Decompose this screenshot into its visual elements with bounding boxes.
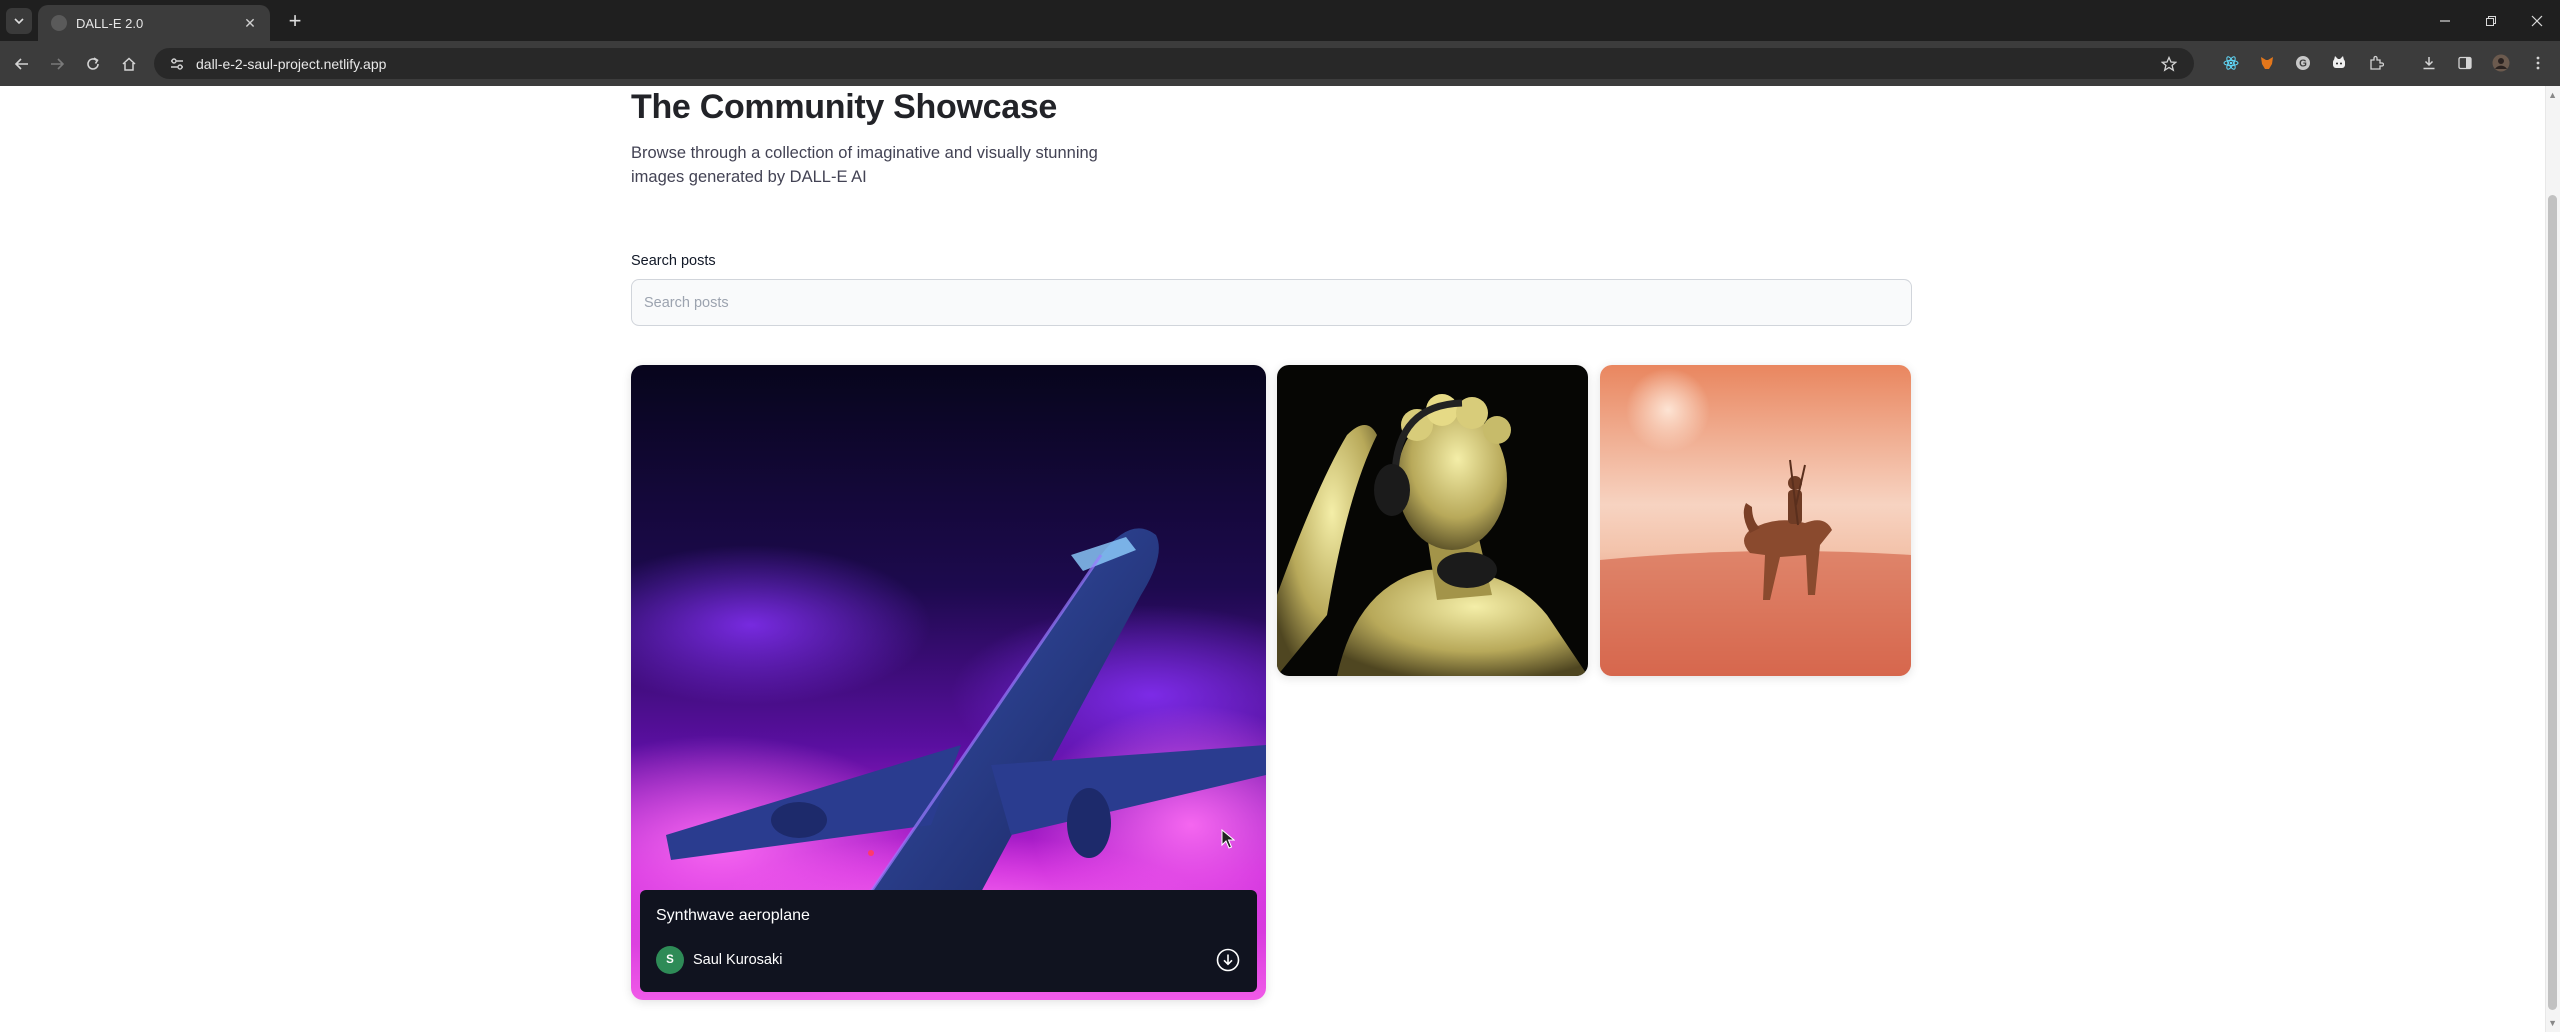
grammarly-icon[interactable]: G	[2292, 52, 2314, 74]
url-text[interactable]: dall-e-2-saul-project.netlify.app	[196, 56, 2154, 72]
chevron-down-icon	[14, 18, 24, 25]
restore-icon	[2486, 15, 2496, 26]
reload-button[interactable]	[81, 52, 105, 76]
scrollbar-thumb[interactable]	[2548, 195, 2557, 1010]
arrow-left-icon	[14, 58, 28, 70]
home-icon	[122, 57, 136, 71]
desert-horse-rider-image	[1600, 365, 1911, 676]
chrome-menu-icon[interactable]	[2527, 52, 2549, 74]
profile-avatar-icon[interactable]	[2490, 52, 2512, 74]
react-devtools-icon[interactable]	[2220, 52, 2242, 74]
forward-button[interactable]	[45, 52, 69, 76]
post-card[interactable]	[1277, 365, 1588, 676]
downloads-icon[interactable]	[2418, 52, 2440, 74]
post-card[interactable]: Synthwave aeroplane S Saul Kurosaki	[631, 365, 1266, 1000]
reload-icon	[87, 57, 99, 70]
post-info-overlay: Synthwave aeroplane S Saul Kurosaki	[640, 890, 1257, 992]
download-icon	[1216, 948, 1240, 972]
scroll-down-arrow-icon[interactable]: ▼	[2548, 1018, 2557, 1028]
post-author-row: S Saul Kurosaki	[656, 946, 1241, 974]
minimize-icon	[2440, 19, 2450, 22]
back-button[interactable]	[10, 52, 34, 76]
search-input[interactable]	[631, 279, 1912, 326]
mouse-cursor-icon	[1221, 828, 1236, 854]
tab-search-button[interactable]	[6, 8, 32, 34]
home-button[interactable]	[117, 52, 141, 76]
bookmark-star-icon[interactable]	[2154, 55, 2184, 72]
author-avatar: S	[656, 946, 684, 974]
address-bar[interactable]: dall-e-2-saul-project.netlify.app	[154, 48, 2194, 79]
extensions-puzzle-icon[interactable]	[2365, 52, 2387, 74]
tab-title: DALL-E 2.0	[76, 15, 144, 31]
side-panel-icon[interactable]	[2454, 52, 2476, 74]
close-window-button[interactable]	[2514, 0, 2560, 41]
arrow-right-icon	[51, 58, 65, 70]
post-card[interactable]	[1600, 365, 1911, 676]
site-info-icon[interactable]	[162, 56, 192, 72]
new-tab-button[interactable]: +	[282, 8, 308, 34]
greek-statue-headphones-image	[1277, 365, 1588, 676]
page-title: The Community Showcase	[631, 88, 1058, 126]
close-icon	[2531, 15, 2543, 26]
browser-tab-active[interactable]: DALL-E 2.0 ✕	[38, 5, 270, 41]
author-name: Saul Kurosaki	[693, 952, 783, 968]
minimize-button[interactable]	[2422, 0, 2468, 41]
tab-favicon-icon	[51, 15, 67, 31]
scroll-up-arrow-icon[interactable]: ▲	[2548, 90, 2557, 100]
metamask-icon[interactable]	[2256, 52, 2278, 74]
post-prompt: Synthwave aeroplane	[656, 907, 810, 924]
restore-button[interactable]	[2468, 0, 2514, 41]
tab-close-icon[interactable]: ✕	[240, 15, 260, 32]
download-button[interactable]	[1215, 947, 1241, 973]
search-label: Search posts	[631, 253, 716, 269]
browser-tabstrip: DALL-E 2.0 ✕ +	[0, 0, 2560, 41]
extension-cat-icon[interactable]	[2328, 52, 2350, 74]
svg-text:G: G	[2299, 59, 2307, 70]
window-controls	[2422, 0, 2560, 41]
page-subtitle: Browse through a collection of imaginati…	[631, 144, 1098, 186]
